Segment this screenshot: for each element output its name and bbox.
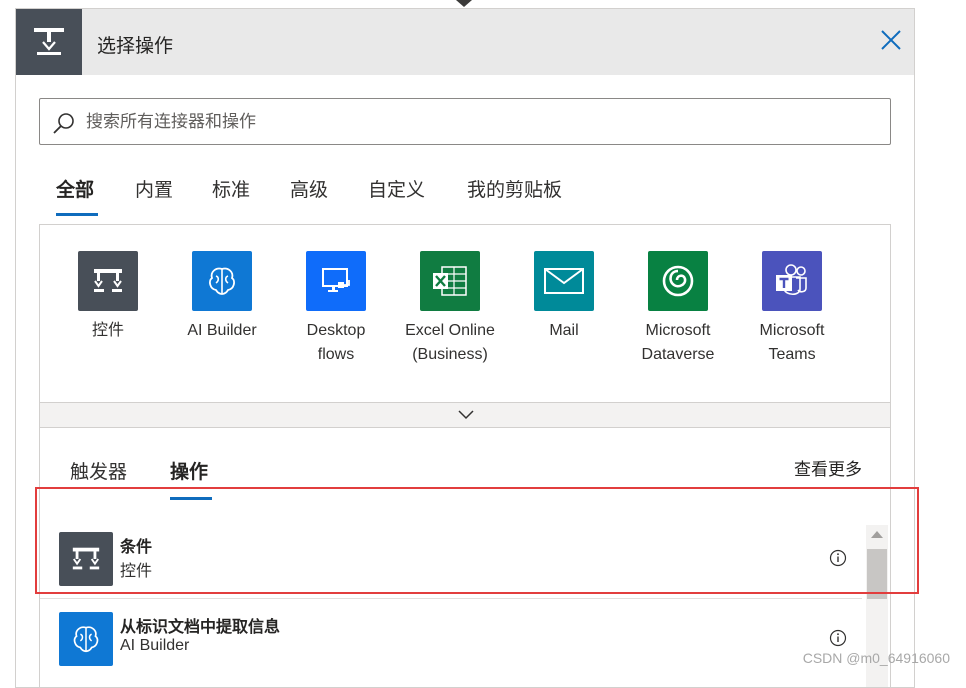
control-icon (59, 532, 113, 586)
dataverse-icon (648, 251, 708, 311)
action-connector: AI Builder (120, 637, 190, 654)
connector-label: 控件 (91, 322, 124, 339)
action-title: 从标识文档中提取信息 (120, 617, 281, 636)
flow-connector-arrow (456, 0, 472, 7)
info-icon[interactable] (829, 549, 847, 567)
tab-standard[interactable]: 标准 (212, 175, 250, 202)
search-input[interactable] (84, 107, 874, 137)
tab-my-clipboard[interactable]: 我的剪贴板 (467, 175, 562, 202)
connector-excel-online[interactable]: Excel Online (Business) (393, 251, 507, 367)
choose-action-panel: 选择操作 全部 内置 标准 高级 自定义 我的剪贴板 (15, 8, 915, 688)
action-connector: 控件 (120, 563, 153, 580)
chevron-down-icon (458, 410, 474, 420)
close-icon (881, 30, 901, 50)
connector-label: Mail (549, 322, 579, 339)
action-title: 条件 (120, 537, 153, 556)
expand-connectors-button[interactable] (39, 402, 891, 428)
connector-label: Microsoft Dataverse (641, 322, 715, 363)
connector-desktop-flows[interactable]: Desktop flows (279, 251, 393, 367)
see-more-link[interactable]: 查看更多 (794, 455, 862, 480)
tab-custom[interactable]: 自定义 (368, 175, 425, 202)
brain-icon (59, 612, 113, 666)
tab-premium[interactable]: 高级 (290, 175, 328, 202)
search-icon (53, 113, 74, 134)
teams-icon (762, 251, 822, 311)
actions-section: 触发器 操作 查看更多 条件 控件 从标识文档中提取信息 AI Builder (39, 427, 891, 687)
search-box[interactable] (39, 98, 891, 145)
connector-label: Desktop flows (306, 322, 366, 363)
scroll-up-arrow-icon[interactable] (871, 531, 883, 538)
connector-grid: 控件 AI Builder Desktop flows Excel Online… (39, 224, 891, 404)
action-item-extract-id-document[interactable]: 从标识文档中提取信息 AI Builder (40, 599, 862, 677)
panel-header: 选择操作 (16, 9, 914, 75)
excel-icon (420, 251, 480, 311)
watermark: CSDN @m0_64916060 (802, 650, 950, 666)
close-button[interactable] (878, 27, 904, 53)
connector-microsoft-teams[interactable]: Microsoft Teams (735, 251, 849, 367)
connector-label: Excel Online (Business) (405, 322, 495, 363)
connector-mail[interactable]: Mail (507, 251, 621, 343)
control-icon (16, 9, 82, 75)
brain-icon (192, 251, 252, 311)
desktop-flow-icon (306, 251, 366, 311)
active-subtab-indicator (170, 497, 212, 500)
mail-icon (534, 251, 594, 311)
connector-control[interactable]: 控件 (51, 251, 165, 343)
connector-microsoft-dataverse[interactable]: Microsoft Dataverse (621, 251, 735, 367)
connector-label: AI Builder (187, 322, 257, 339)
scrollbar-thumb[interactable] (867, 549, 887, 599)
control-icon (78, 251, 138, 311)
info-icon[interactable] (829, 629, 847, 647)
tab-actions[interactable]: 操作 (170, 457, 208, 484)
active-tab-indicator (56, 213, 98, 216)
connector-ai-builder[interactable]: AI Builder (165, 251, 279, 343)
panel-title: 选择操作 (97, 35, 174, 57)
tab-triggers[interactable]: 触发器 (70, 457, 127, 484)
connector-label: Microsoft Teams (759, 322, 825, 363)
tab-all[interactable]: 全部 (56, 175, 94, 202)
tab-built-in[interactable]: 内置 (135, 175, 173, 202)
action-item-condition[interactable]: 条件 控件 (40, 519, 862, 597)
